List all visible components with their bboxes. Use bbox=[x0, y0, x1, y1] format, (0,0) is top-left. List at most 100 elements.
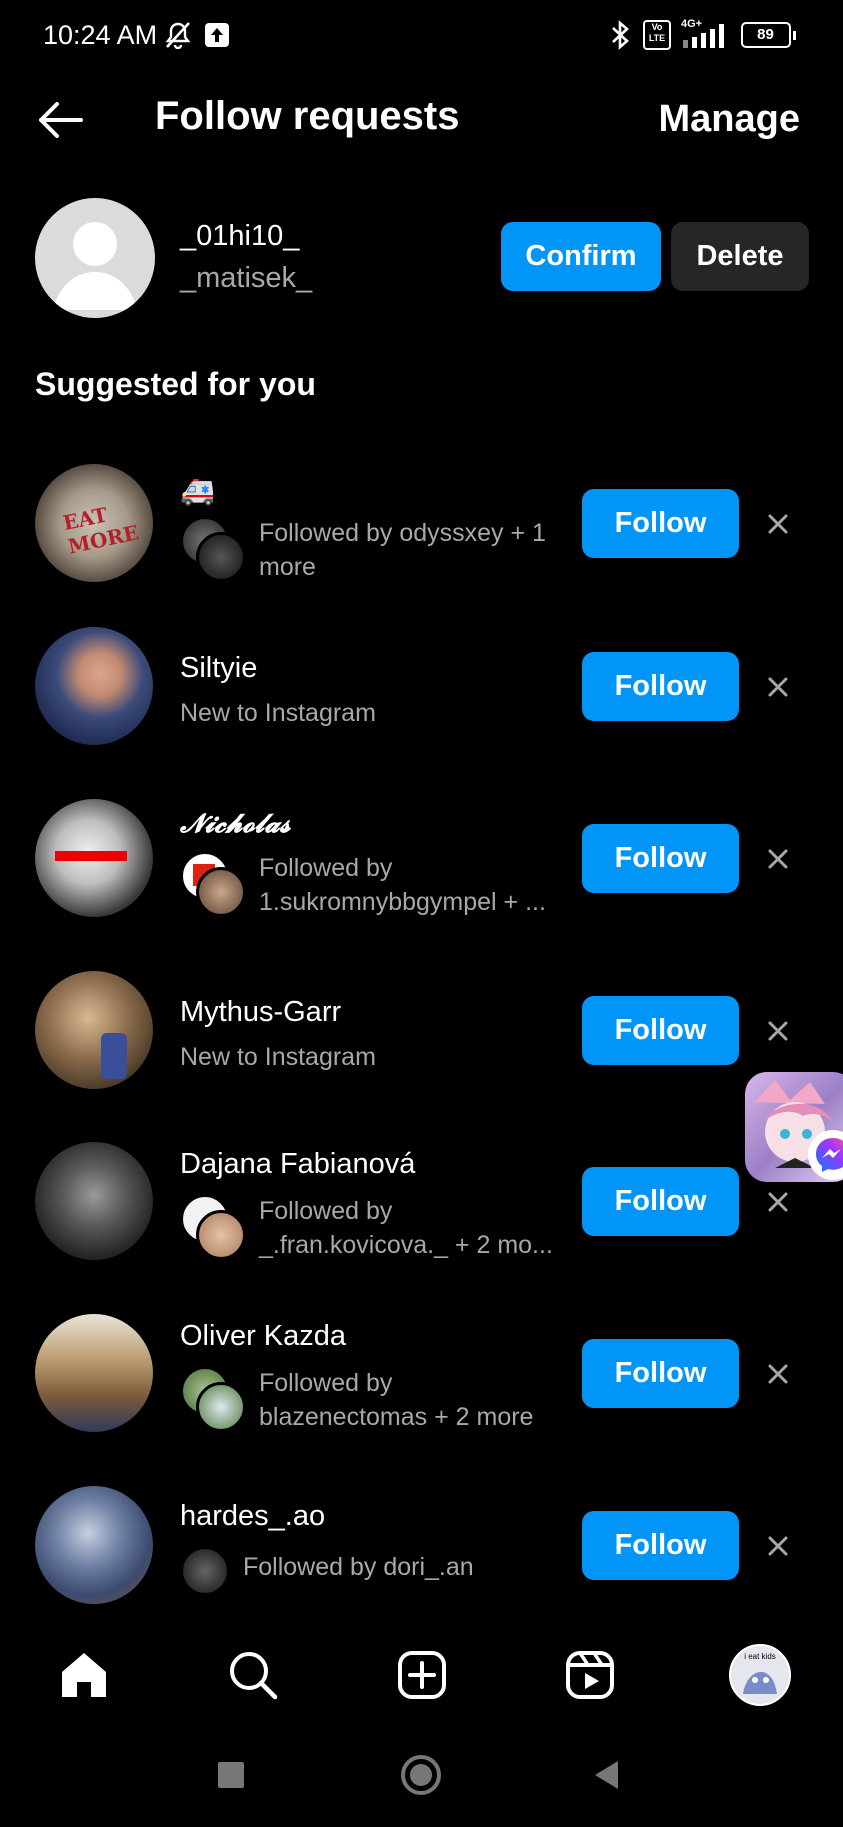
suggestion-avatar[interactable] bbox=[35, 1486, 153, 1604]
follow-button[interactable]: Follow bbox=[582, 1511, 739, 1580]
search-icon bbox=[230, 1652, 278, 1700]
upload-icon bbox=[203, 20, 231, 50]
mutual-avatar bbox=[196, 532, 246, 582]
mutual-avatars bbox=[180, 851, 246, 917]
signal-icon: 4G+ bbox=[679, 18, 733, 50]
close-icon bbox=[768, 1021, 788, 1041]
suggestion-name[interactable]: 𝓝𝓲𝓬𝓱𝓸𝓵𝓪𝓼 bbox=[180, 809, 291, 840]
mutual-avatars bbox=[180, 1194, 246, 1260]
avatar-graffiti: EAT MORE bbox=[60, 502, 141, 559]
close-icon bbox=[768, 849, 788, 869]
nav-home[interactable] bbox=[49, 1630, 119, 1720]
request-username[interactable]: _01hi10_ bbox=[180, 220, 299, 253]
mutual-avatars bbox=[180, 516, 246, 582]
suggestion-name[interactable]: Mythus-Garr bbox=[180, 996, 341, 1029]
suggestion-subtitle: Followed by odyssxey + 1 more bbox=[259, 519, 546, 581]
nav-search[interactable] bbox=[218, 1630, 288, 1720]
home-system-button[interactable] bbox=[401, 1755, 441, 1795]
manage-button[interactable]: Manage bbox=[659, 98, 800, 141]
suggestion-name[interactable]: hardes_.ao bbox=[180, 1500, 325, 1533]
home-icon bbox=[62, 1653, 106, 1697]
follow-button[interactable]: Follow bbox=[582, 1339, 739, 1408]
mutual-avatar bbox=[196, 867, 246, 917]
suggestion-row: 𝓝𝓲𝓬𝓱𝓸𝓵𝓪𝓼 Followed by 1.sukromnybbgympel … bbox=[0, 799, 843, 949]
reels-icon bbox=[566, 1651, 614, 1699]
suggestion-row: Dajana Fabianová Followed by _.fran.kovi… bbox=[0, 1142, 843, 1292]
suggestion-avatar[interactable] bbox=[35, 627, 153, 745]
close-icon bbox=[768, 1364, 788, 1384]
suggestion-subtitle: Followed by _.fran.kovicova._ + 2 mo... bbox=[259, 1197, 553, 1259]
suggestion-subtitle: Followed by dori_.an bbox=[243, 1553, 474, 1581]
status-time: 10:24 AM bbox=[43, 20, 158, 50]
suggestion-avatar[interactable] bbox=[35, 971, 153, 1089]
nav-create[interactable] bbox=[387, 1630, 457, 1720]
nav-profile[interactable]: i eat kids bbox=[725, 1630, 795, 1720]
bluetooth-icon bbox=[605, 20, 635, 50]
dismiss-button[interactable] bbox=[760, 1013, 796, 1049]
mutual-avatar bbox=[180, 1546, 230, 1596]
mute-bell-icon bbox=[163, 20, 193, 50]
suggestion-avatar[interactable] bbox=[35, 799, 153, 917]
dismiss-button[interactable] bbox=[760, 506, 796, 542]
messenger-icon bbox=[816, 1138, 843, 1172]
suggestion-avatar[interactable] bbox=[35, 1314, 153, 1432]
close-icon bbox=[768, 514, 788, 534]
battery-icon: 89 bbox=[740, 20, 796, 50]
avatar-phone bbox=[101, 1033, 127, 1079]
suggestion-row: Oliver Kazda Followed by blazenectomas +… bbox=[0, 1314, 843, 1464]
mutual-avatar bbox=[196, 1210, 246, 1260]
follow-button[interactable]: Follow bbox=[582, 824, 739, 893]
follow-button[interactable]: Follow bbox=[582, 1167, 739, 1236]
profile-avatar-art-icon bbox=[743, 1672, 777, 1694]
suggestion-avatar[interactable] bbox=[35, 1142, 153, 1260]
messenger-badge bbox=[808, 1130, 843, 1180]
dismiss-button[interactable] bbox=[760, 669, 796, 705]
recents-button[interactable] bbox=[218, 1762, 244, 1788]
mutual-avatars bbox=[180, 1546, 230, 1596]
mutual-avatars bbox=[180, 1366, 246, 1432]
follow-button[interactable]: Follow bbox=[582, 489, 739, 558]
back-arrow-icon bbox=[39, 102, 83, 138]
dismiss-button[interactable] bbox=[760, 841, 796, 877]
request-fullname: _matisek_ bbox=[180, 262, 313, 294]
suggestion-name[interactable]: 🚑 bbox=[180, 474, 215, 507]
avatar-redaction-bar bbox=[55, 851, 127, 861]
suggestion-avatar[interactable]: EAT MORE bbox=[35, 464, 153, 582]
close-icon bbox=[768, 1536, 788, 1556]
suggestion-row: Mythus-Garr New to Instagram Follow bbox=[0, 971, 843, 1121]
suggestion-subtitle: Followed by 1.sukromnybbgympel + ... bbox=[259, 854, 546, 916]
dismiss-button[interactable] bbox=[760, 1356, 796, 1392]
suggestion-subtitle: New to Instagram bbox=[180, 1043, 376, 1071]
close-icon bbox=[768, 677, 788, 697]
back-triangle-icon bbox=[595, 1761, 618, 1789]
system-nav-bar bbox=[0, 1740, 843, 1827]
profile-avatar: i eat kids bbox=[729, 1644, 791, 1706]
add-post-icon bbox=[398, 1651, 446, 1699]
volte-icon: Vo LTE bbox=[643, 20, 671, 50]
suggestion-subtitle: Followed by blazenectomas + 2 more bbox=[259, 1369, 534, 1431]
dismiss-button[interactable] bbox=[760, 1184, 796, 1220]
suggestion-row: EAT MORE 🚑 Followed by odyssxey + 1 more… bbox=[0, 464, 843, 614]
follow-button[interactable]: Follow bbox=[582, 996, 739, 1065]
request-avatar[interactable] bbox=[35, 198, 155, 318]
suggestion-name[interactable]: Oliver Kazda bbox=[180, 1320, 346, 1353]
status-bar: 10:24 AM Vo LTE 4G+ 89 bbox=[0, 0, 843, 75]
mutual-avatar bbox=[196, 1382, 246, 1432]
back-button[interactable] bbox=[30, 95, 90, 145]
dismiss-button[interactable] bbox=[760, 1528, 796, 1564]
suggestion-row: hardes_.ao Followed by dori_.an Follow bbox=[0, 1486, 843, 1636]
suggestion-name[interactable]: Dajana Fabianová bbox=[180, 1148, 415, 1181]
suggestion-subtitle: New to Instagram bbox=[180, 699, 376, 727]
nav-reels[interactable] bbox=[555, 1630, 625, 1720]
page-title: Follow requests bbox=[155, 94, 460, 138]
delete-button[interactable]: Delete bbox=[671, 222, 809, 291]
back-system-button[interactable] bbox=[592, 1758, 622, 1797]
close-icon bbox=[768, 1192, 788, 1212]
suggested-title: Suggested for you bbox=[35, 366, 316, 402]
bottom-nav: i eat kids bbox=[0, 1630, 843, 1720]
default-avatar-icon bbox=[53, 222, 137, 310]
confirm-button[interactable]: Confirm bbox=[501, 222, 661, 291]
follow-button[interactable]: Follow bbox=[582, 652, 739, 721]
suggestion-name[interactable]: Siltyie bbox=[180, 652, 257, 685]
suggestion-row: Siltyie New to Instagram Follow bbox=[0, 627, 843, 777]
